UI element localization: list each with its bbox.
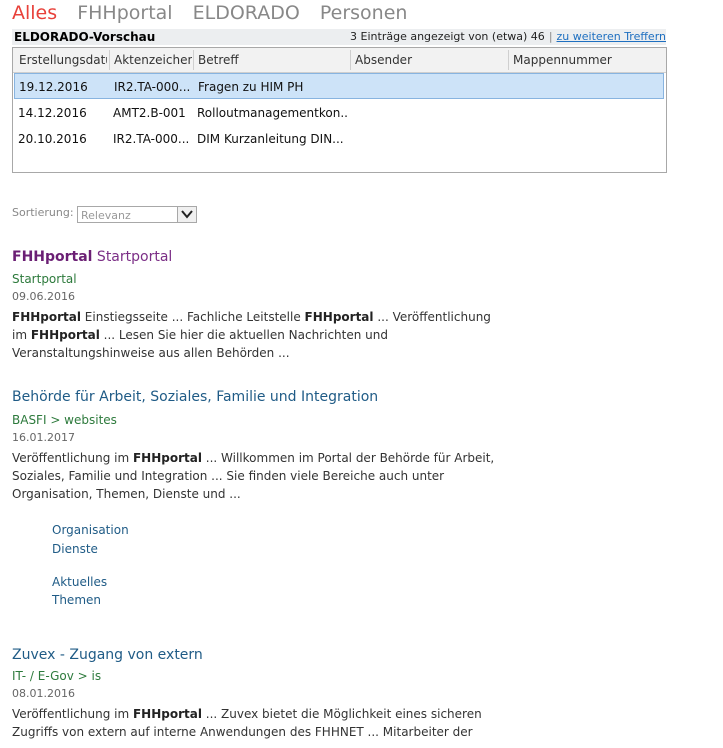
- cell-betreff: DIM Kurzanleitung DIN...: [197, 132, 344, 146]
- result-snippet: Veröffentlichung im FHHportal ... Zuvex …: [12, 707, 482, 739]
- result-snippet: FHHportal Einstiegsseite ... Fachliche L…: [12, 310, 491, 360]
- table-header: Erstellungsdatum Aktenzeichen Betreff Ab…: [13, 48, 666, 73]
- result-title[interactable]: Zuvex - Zugang von extern: [12, 647, 203, 663]
- scope-tabs: Alles FHHportal ELDORADO Personen: [12, 2, 421, 24]
- sublink-organisation[interactable]: Organisation: [52, 523, 129, 537]
- sort-label: Sortierung:: [12, 206, 74, 219]
- result-url[interactable]: Startportal: [12, 272, 77, 286]
- tab-alles[interactable]: Alles: [12, 2, 57, 24]
- result-title-rest: Startportal: [92, 249, 173, 265]
- result-title-highlight: FHHportal: [12, 249, 93, 265]
- sublink-themen[interactable]: Themen: [52, 593, 101, 607]
- sublink-dienste[interactable]: Dienste: [52, 542, 98, 556]
- cell-aktenzeichen: IR2.TA-000...: [114, 80, 191, 94]
- col-header-mappennummer[interactable]: Mappennummer: [513, 53, 653, 67]
- sort-select[interactable]: Relevanz: [77, 206, 197, 223]
- more-results-link[interactable]: zu weiteren Treffern: [557, 30, 666, 43]
- table-row[interactable]: 20.10.2016 IR2.TA-000... DIM Kurzanleitu…: [13, 126, 666, 152]
- table-row[interactable]: 14.12.2016 AMT2.B-001 Rolloutmanagementk…: [13, 100, 666, 126]
- chevron-down-icon[interactable]: [177, 207, 196, 222]
- col-header-aktenzeichen[interactable]: Aktenzeichen: [114, 53, 192, 67]
- cell-date: 14.12.2016: [18, 106, 87, 120]
- result-date: 16.01.2017: [12, 431, 75, 444]
- eldorado-preview-header: ELDORADO-Vorschau 3 Einträge angezeigt v…: [12, 29, 666, 45]
- preview-title: ELDORADO-Vorschau: [14, 30, 156, 44]
- cell-aktenzeichen: IR2.TA-000...: [113, 132, 190, 146]
- cell-date: 19.12.2016: [19, 80, 88, 94]
- result-title[interactable]: FHHportal Startportal: [12, 249, 172, 265]
- preview-table: Erstellungsdatum Aktenzeichen Betreff Ab…: [12, 47, 667, 173]
- result-date: 08.01.2016: [12, 687, 75, 700]
- tab-eldorado[interactable]: ELDORADO: [193, 2, 300, 24]
- col-header-absender[interactable]: Absender: [355, 53, 505, 67]
- col-header-betreff[interactable]: Betreff: [198, 53, 348, 67]
- sort-value: Relevanz: [81, 209, 131, 222]
- separator: |: [548, 30, 553, 43]
- sublink-aktuelles[interactable]: Aktuelles: [52, 575, 107, 589]
- table-row[interactable]: 19.12.2016 IR2.TA-000... Fragen zu HIM P…: [14, 73, 664, 99]
- cell-date: 20.10.2016: [18, 132, 87, 146]
- preview-count-text: 3 Einträge angezeigt von (etwa) 46: [350, 30, 545, 43]
- cell-betreff: Rolloutmanagementkon...: [197, 106, 347, 120]
- col-header-erstellungsdatum[interactable]: Erstellungsdatum: [19, 53, 107, 67]
- tab-fhhportal[interactable]: FHHportal: [77, 2, 172, 24]
- result-date: 09.06.2016: [12, 290, 75, 303]
- result-snippet: Veröffentlichung im FHHportal ... Willko…: [12, 451, 495, 501]
- result-url[interactable]: BASFI > websites: [12, 413, 117, 427]
- cell-betreff: Fragen zu HIM PH: [198, 80, 304, 94]
- preview-count: 3 Einträge angezeigt von (etwa) 46 | zu we…: [350, 30, 666, 43]
- result-title[interactable]: Behörde für Arbeit, Soziales, Familie un…: [12, 389, 378, 405]
- tab-personen[interactable]: Personen: [320, 2, 408, 24]
- result-url[interactable]: IT- / E-Gov > is: [12, 669, 101, 683]
- cell-aktenzeichen: AMT2.B-001: [113, 106, 186, 120]
